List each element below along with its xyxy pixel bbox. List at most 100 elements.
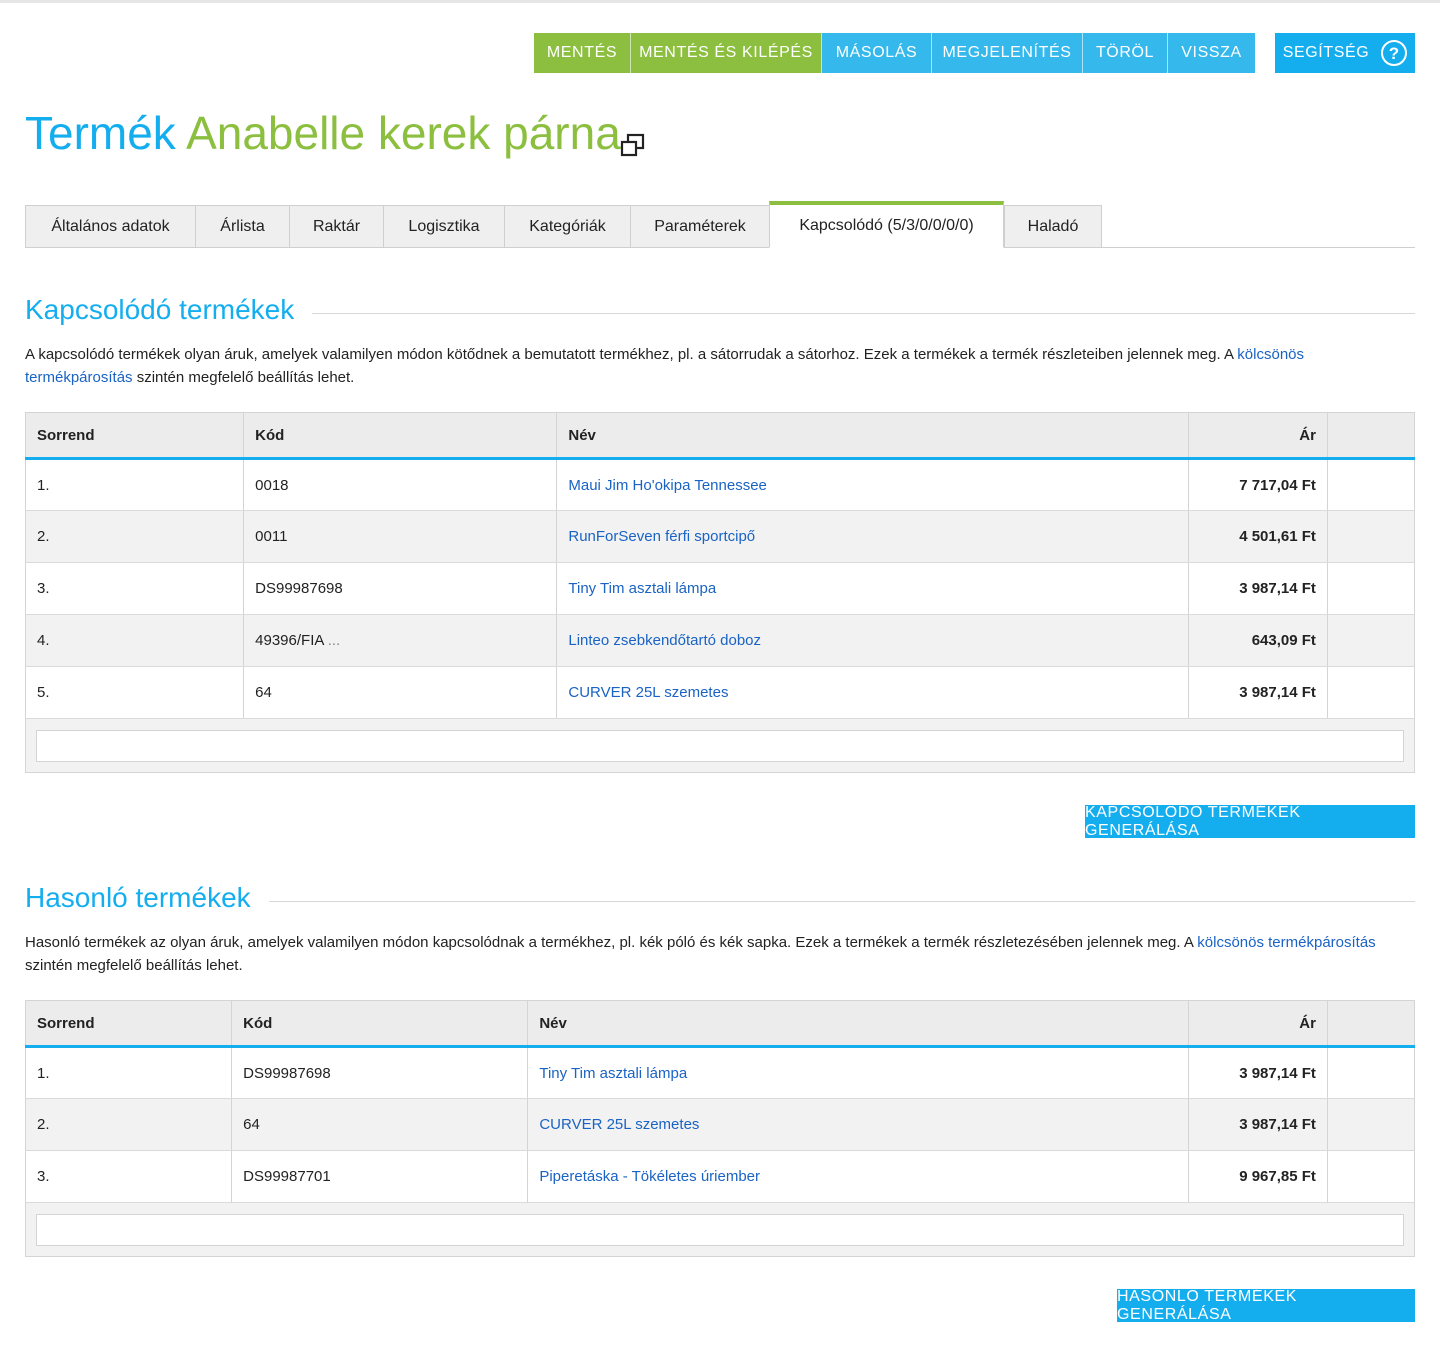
column-header-name: Név xyxy=(556,412,1189,460)
add-similar-product-input[interactable] xyxy=(36,1213,1404,1246)
column-header-actions xyxy=(1327,1000,1415,1048)
view-button[interactable]: MEGJELENÍTÉS xyxy=(932,33,1083,73)
table-header-row: Sorrend Kód Név Ár xyxy=(25,412,1415,460)
tab-categories[interactable]: Kategóriák xyxy=(504,205,630,248)
tab-advanced[interactable]: Haladó xyxy=(1004,205,1102,248)
row-order: 3. xyxy=(25,562,245,615)
row-code: DS99987701 xyxy=(231,1150,529,1203)
table-row: 3. DS99987698 Tiny Tim asztali lámpa 3 9… xyxy=(25,562,1415,615)
table-header-row: Sorrend Kód Név Ár xyxy=(25,1000,1415,1048)
product-link[interactable]: CURVER 25L szemetes xyxy=(539,1116,699,1133)
add-related-product-input[interactable] xyxy=(36,729,1404,762)
table-footer xyxy=(25,1202,1415,1257)
row-price: 643,09 Ft xyxy=(1188,614,1328,667)
tab-logistics[interactable]: Logisztika xyxy=(383,205,504,248)
column-header-actions xyxy=(1327,412,1415,460)
table-row: 5. 64 CURVER 25L szemetes 3 987,14 Ft xyxy=(25,666,1415,719)
help-label: SEGÍTSÉG xyxy=(1282,44,1370,61)
row-actions xyxy=(1327,458,1415,511)
row-order: 3. xyxy=(25,1150,233,1203)
table-row: 1. 0018 Maui Jim Ho'okipa Tennessee 7 71… xyxy=(25,458,1415,511)
table-row: 2. 64 CURVER 25L szemetes 3 987,14 Ft xyxy=(25,1098,1415,1151)
row-actions xyxy=(1327,562,1415,615)
row-order: 2. xyxy=(25,510,245,563)
row-actions xyxy=(1327,510,1415,563)
delete-button[interactable]: TÖRÖL xyxy=(1083,33,1168,73)
column-header-code: Kód xyxy=(243,412,558,460)
product-link[interactable]: CURVER 25L szemetes xyxy=(568,684,728,701)
row-price: 3 987,14 Ft xyxy=(1188,1046,1328,1099)
row-order: 4. xyxy=(25,614,245,667)
row-code: 64 xyxy=(231,1098,529,1151)
tab-bar: Általános adatok Árlista Raktár Logiszti… xyxy=(25,201,1415,248)
row-actions xyxy=(1327,1098,1415,1151)
row-price: 3 987,14 Ft xyxy=(1188,1098,1328,1151)
copy-icon[interactable] xyxy=(619,131,647,159)
row-code: 64 xyxy=(243,666,558,719)
row-actions xyxy=(1327,1150,1415,1203)
table-footer xyxy=(25,718,1415,773)
row-order: 1. xyxy=(25,1046,233,1099)
tab-warehouse[interactable]: Raktár xyxy=(289,205,383,248)
similar-section-title: Hasonló termékek xyxy=(25,882,269,914)
help-button[interactable]: SEGÍTSÉG ? xyxy=(1275,33,1415,73)
tab-general[interactable]: Általános adatok xyxy=(25,205,195,248)
row-price: 9 967,85 Ft xyxy=(1188,1150,1328,1203)
column-header-price: Ár xyxy=(1188,1000,1328,1048)
row-actions xyxy=(1327,614,1415,667)
copy-button[interactable]: MÁSOLÁS xyxy=(822,33,932,73)
generate-related-products-button[interactable]: KAPCSOLÓDÓ TERMÉKEK GENERÁLÁSA xyxy=(1085,804,1415,839)
similar-description-tail: szintén megfelelő beállítás lehet. xyxy=(25,957,243,974)
related-description-text: A kapcsolódó termékek olyan áruk, amelye… xyxy=(25,346,1234,363)
similar-products-table: Sorrend Kód Név Ár 1. DS99987698 Tiny Ti… xyxy=(25,1000,1415,1257)
page-title-prefix: Termék xyxy=(25,107,176,159)
row-price: 4 501,61 Ft xyxy=(1188,510,1328,563)
tab-related[interactable]: Kapcsolódó (5/3/0/0/0/0) xyxy=(769,201,1004,248)
back-button[interactable]: VISSZA xyxy=(1168,33,1255,73)
related-products-table: Sorrend Kód Név Ár 1. 0018 Maui Jim Ho'o… xyxy=(25,412,1415,773)
product-link[interactable]: RunForSeven férfi sportcipő xyxy=(568,528,755,545)
product-link[interactable]: Tiny Tim asztali lámpa xyxy=(539,1065,687,1082)
table-row: 3. DS99987701 Piperetáska - Tökéletes úr… xyxy=(25,1150,1415,1203)
row-price: 3 987,14 Ft xyxy=(1188,562,1328,615)
table-row: 1. DS99987698 Tiny Tim asztali lámpa 3 9… xyxy=(25,1046,1415,1099)
row-order: 2. xyxy=(25,1098,233,1151)
row-code: 0011 xyxy=(243,510,558,563)
table-row: 2. 0011 RunForSeven férfi sportcipő 4 50… xyxy=(25,510,1415,563)
table-row: 4. 49396/FIA ... Linteo zsebkendőtartó d… xyxy=(25,614,1415,667)
row-code: 0018 xyxy=(243,458,558,511)
code-truncation-ellipsis[interactable]: ... xyxy=(328,632,341,649)
related-section-title: Kapcsolódó termékek xyxy=(25,294,313,326)
top-border xyxy=(0,0,1440,3)
similar-description: Hasonló termékek az olyan áruk, amelyek … xyxy=(25,931,1415,977)
row-actions xyxy=(1327,1046,1415,1099)
column-header-price: Ár xyxy=(1188,412,1328,460)
row-code: DS99987698 xyxy=(243,562,558,615)
row-price: 3 987,14 Ft xyxy=(1188,666,1328,719)
row-code-value: 49396/FIA xyxy=(255,632,324,649)
page-title-product-name: Anabelle kerek párna xyxy=(186,107,621,159)
row-code: 49396/FIA ... xyxy=(243,614,558,667)
product-link[interactable]: Maui Jim Ho'okipa Tennessee xyxy=(568,477,767,494)
row-order: 1. xyxy=(25,458,245,511)
row-actions xyxy=(1327,666,1415,719)
table-footer-row xyxy=(25,718,1415,773)
row-order: 5. xyxy=(25,666,245,719)
related-description: A kapcsolódó termékek olyan áruk, amelye… xyxy=(25,343,1415,389)
action-toolbar: MENTÉS MENTÉS ÉS KILÉPÉS MÁSOLÁS MEGJELE… xyxy=(534,33,1255,73)
help-circle-icon: ? xyxy=(1381,40,1408,66)
tab-parameters[interactable]: Paraméterek xyxy=(630,205,769,248)
save-and-exit-button[interactable]: MENTÉS ÉS KILÉPÉS xyxy=(631,33,822,73)
column-header-name: Név xyxy=(527,1000,1189,1048)
product-link[interactable]: Piperetáska - Tökéletes úriember xyxy=(539,1168,760,1185)
mutual-pairing-link[interactable]: kölcsönös termékpárosítás xyxy=(1197,934,1375,951)
tab-price-list[interactable]: Árlista xyxy=(195,205,289,248)
related-description-tail: szintén megfelelő beállítás lehet. xyxy=(136,369,355,386)
generate-similar-products-button[interactable]: HASONLÓ TERMÉKEK GENERÁLÁSA xyxy=(1117,1288,1415,1323)
product-link[interactable]: Tiny Tim asztali lámpa xyxy=(568,580,716,597)
product-link[interactable]: Linteo zsebkendőtartó doboz xyxy=(568,632,761,649)
column-header-order: Sorrend xyxy=(25,412,245,460)
column-header-code: Kód xyxy=(231,1000,529,1048)
save-button[interactable]: MENTÉS xyxy=(534,33,631,73)
similar-description-text: Hasonló termékek az olyan áruk, amelyek … xyxy=(25,934,1194,951)
